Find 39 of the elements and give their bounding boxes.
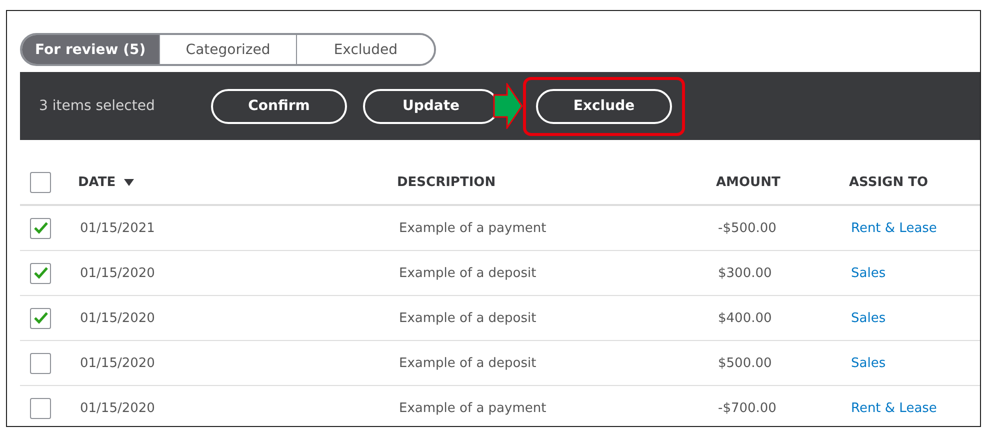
selection-count: 3 items selected bbox=[39, 98, 156, 114]
category-link[interactable]: Rent & Lease bbox=[849, 220, 937, 236]
table-cell-text: 01/15/2021 bbox=[79, 220, 156, 236]
table-cell-text: 01/15/2020 bbox=[79, 356, 156, 370]
check-icon bbox=[34, 222, 48, 234]
checkbox[interactable] bbox=[30, 262, 51, 284]
table-cell-text: 01/15/2020 bbox=[79, 266, 156, 280]
tab[interactable]: For review (5) bbox=[22, 35, 159, 64]
table-cell-text: $400.00 bbox=[717, 310, 773, 326]
table-cell-text: -$500.00 bbox=[717, 220, 778, 236]
table-cell-text: Example of a deposit bbox=[398, 310, 538, 326]
checkbox[interactable] bbox=[30, 308, 51, 328]
table-cell-text: Example of a deposit bbox=[398, 266, 538, 280]
checkbox[interactable] bbox=[30, 172, 51, 192]
checkbox[interactable] bbox=[30, 218, 51, 238]
table-cell-text: 01/15/2020 bbox=[79, 400, 156, 416]
column-header[interactable]: AMOUNT bbox=[716, 174, 849, 190]
column-header[interactable]: DATE bbox=[78, 174, 397, 190]
table-cell-text: Example of a deposit bbox=[398, 356, 538, 370]
category-link[interactable]: Sales bbox=[849, 266, 886, 280]
table-cell-text: $300.00 bbox=[717, 266, 773, 280]
action-button[interactable]: Confirm bbox=[211, 88, 347, 124]
table-cell-text: $500.00 bbox=[717, 356, 773, 370]
tab[interactable]: Excluded bbox=[296, 35, 434, 64]
action-button[interactable]: Exclude bbox=[536, 88, 672, 124]
category-link[interactable]: Sales bbox=[849, 356, 886, 370]
table-cell-text: -$700.00 bbox=[717, 400, 778, 416]
column-header[interactable]: ASSIGN TO bbox=[849, 174, 980, 190]
table-cell-text: Example of a payment bbox=[398, 400, 548, 416]
checkbox[interactable] bbox=[30, 352, 51, 374]
table-cell-text: Example of a payment bbox=[398, 220, 548, 236]
table-cell-text: 01/15/2020 bbox=[79, 310, 156, 326]
check-icon bbox=[34, 267, 48, 279]
column-header[interactable]: DESCRIPTION bbox=[397, 174, 716, 190]
category-link[interactable]: Rent & Lease bbox=[849, 400, 937, 416]
checkbox[interactable] bbox=[30, 398, 51, 418]
category-link[interactable]: Sales bbox=[849, 310, 886, 326]
sort-down-icon bbox=[124, 178, 134, 186]
check-icon bbox=[34, 312, 48, 324]
